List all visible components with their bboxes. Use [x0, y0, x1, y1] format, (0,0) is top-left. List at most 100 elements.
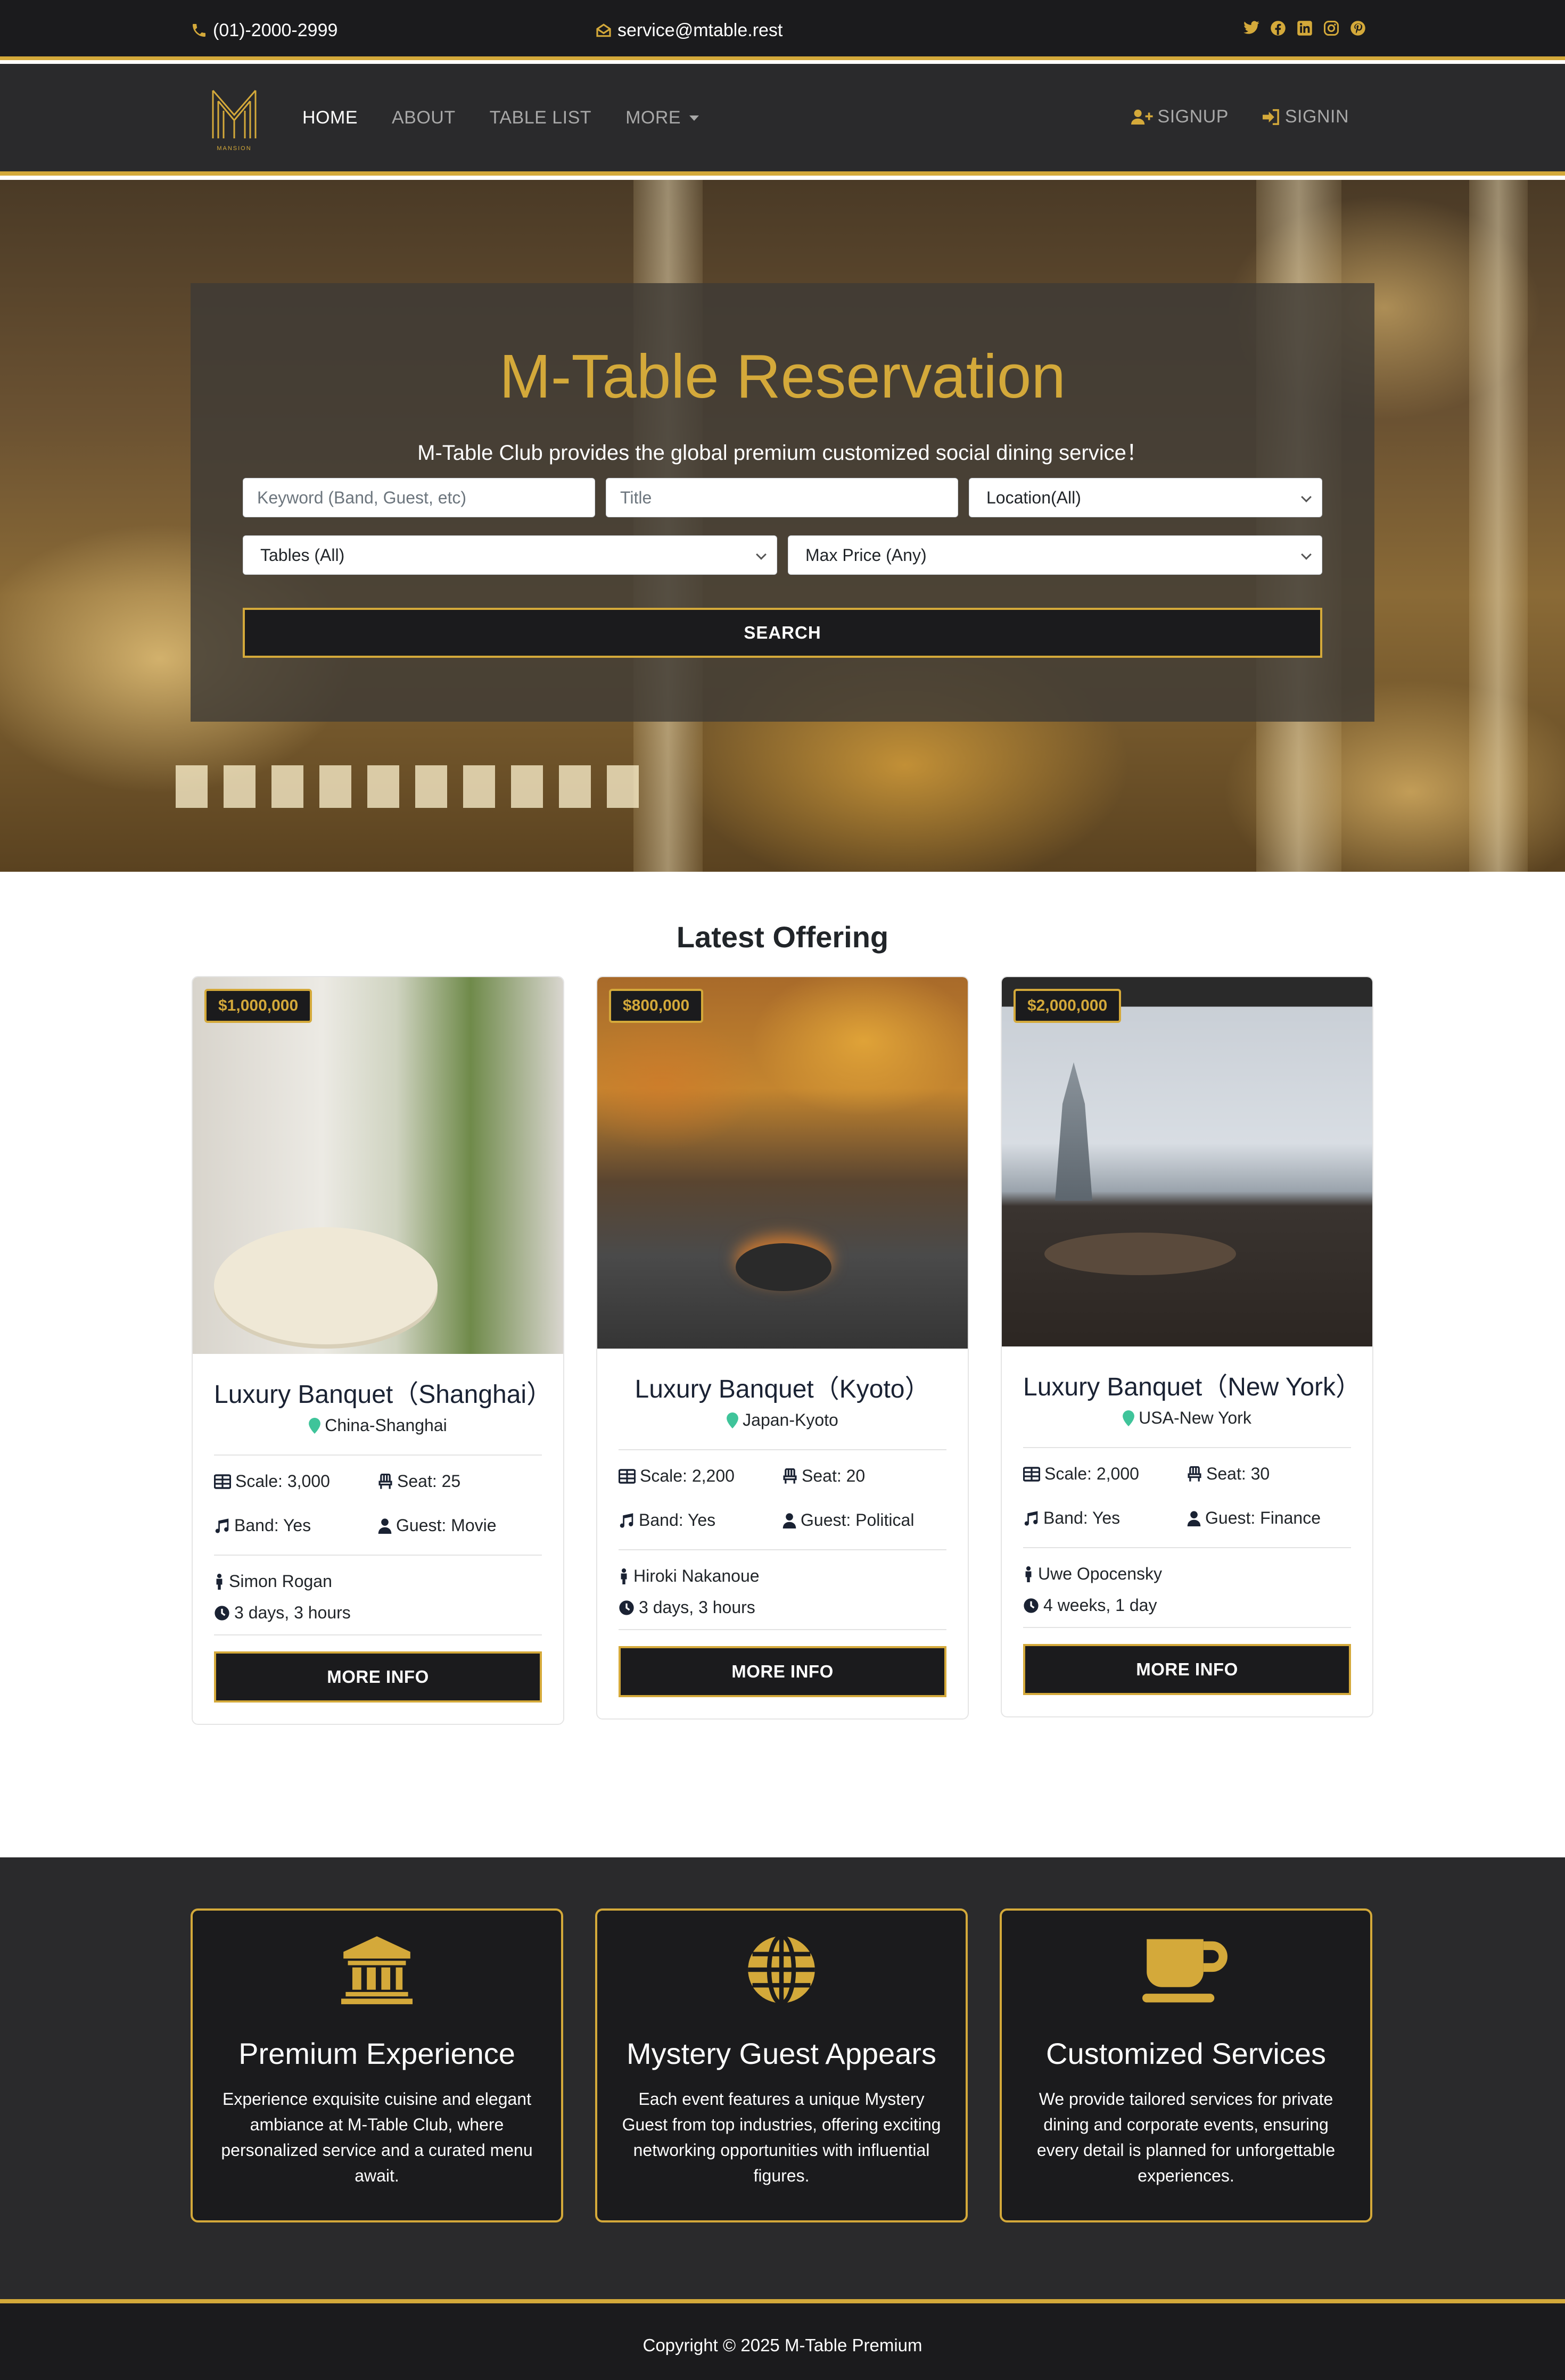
- top-contact-bar: (01)-2000-2999 service@mtable.rest: [0, 0, 1565, 60]
- guest-stat: Guest: Political: [782, 1510, 946, 1530]
- band-text: Band: Yes: [639, 1510, 716, 1530]
- nav-more-dropdown[interactable]: MORE: [625, 108, 699, 128]
- hero-title: M-Table Reservation: [499, 342, 1066, 411]
- feature-card: Customized Services We provide tailored …: [1000, 1908, 1372, 2222]
- signup-link[interactable]: SIGNUP: [1131, 106, 1229, 127]
- hero-candles: [176, 765, 655, 808]
- seat-text: Seat: 25: [397, 1472, 461, 1491]
- duration-line: 4 weeks, 1 day: [1023, 1596, 1351, 1615]
- divider: [214, 1634, 542, 1635]
- caret-down-icon: [689, 115, 699, 121]
- chair-icon: [783, 1468, 797, 1484]
- offering-title[interactable]: Luxury Banquet（New York）: [1023, 1366, 1361, 1403]
- bank-icon: [193, 1934, 561, 2005]
- divider: [619, 1449, 946, 1450]
- search-panel: M-Table Reservation M-Table Club provide…: [191, 283, 1374, 722]
- feature-card: Mystery Guest Appears Each event feature…: [595, 1908, 968, 2222]
- location-text: USA-New York: [1139, 1408, 1251, 1427]
- fire-pit: [736, 1243, 831, 1291]
- email-address: service@mtable.rest: [617, 20, 783, 40]
- offering-card: $2,000,000 Luxury Banquet（New York） USA-…: [1001, 976, 1373, 1717]
- logo-wordmark: MANSION: [217, 145, 251, 152]
- chef-name: Hiroki Nakanoue: [633, 1566, 760, 1585]
- map-pin-icon: [309, 1417, 321, 1434]
- scale-stat: Scale: 3,000: [214, 1472, 378, 1491]
- chef-line: Uwe Opocensky: [1023, 1564, 1351, 1584]
- instagram-icon[interactable]: [1322, 19, 1340, 37]
- table-icon: [1023, 1466, 1040, 1482]
- phone-number: (01)-2000-2999: [213, 20, 338, 40]
- more-info-button[interactable]: MORE INFO: [1023, 1644, 1351, 1695]
- music-icon: [620, 1513, 633, 1528]
- facebook-icon[interactable]: [1269, 19, 1287, 37]
- linkedin-icon[interactable]: [1296, 19, 1314, 37]
- location-select-value: Location(All): [986, 487, 1081, 507]
- offering-title[interactable]: Luxury Banquet（Shanghai）: [214, 1373, 552, 1410]
- duration-text: 3 days, 3 hours: [234, 1603, 351, 1622]
- seat-stat: Seat: 30: [1187, 1464, 1351, 1484]
- table-icon: [214, 1474, 231, 1489]
- search-button[interactable]: SEARCH: [243, 608, 1322, 658]
- guest-stat: Guest: Finance: [1187, 1508, 1351, 1528]
- price-badge: $800,000: [609, 989, 704, 1023]
- price-select[interactable]: Max Price (Any): [788, 535, 1322, 575]
- chair-icon: [1188, 1466, 1201, 1482]
- social-links: [1242, 19, 1367, 37]
- person-icon: [1025, 1566, 1032, 1582]
- divider: [619, 1549, 946, 1550]
- offering-title[interactable]: Luxury Banquet（Kyoto）: [619, 1368, 946, 1405]
- offering-location: Japan-Kyoto: [619, 1410, 946, 1430]
- price-badge: $1,000,000: [204, 989, 312, 1023]
- offering-location: USA-New York: [1023, 1408, 1351, 1428]
- signin-link[interactable]: SIGNIN: [1262, 106, 1349, 127]
- tables-select[interactable]: Tables (All): [243, 535, 777, 575]
- mansion-logo[interactable]: MANSION: [209, 85, 260, 153]
- nav-links: HOME ABOUT TABLE LIST MORE: [302, 108, 699, 128]
- clock-icon: [1024, 1598, 1039, 1613]
- phone-contact[interactable]: (01)-2000-2999: [191, 18, 337, 43]
- duration-line: 3 days, 3 hours: [214, 1603, 542, 1623]
- signup-label: SIGNUP: [1157, 106, 1229, 127]
- offering-image: $2,000,000: [1002, 977, 1372, 1346]
- hero-subtitle: M-Table Club provides the global premium…: [417, 441, 1148, 465]
- seat-text: Seat: 30: [1206, 1464, 1270, 1483]
- nav-table-list[interactable]: TABLE LIST: [490, 108, 591, 128]
- offering-image: $800,000: [597, 977, 968, 1349]
- chevron-down-icon: [1301, 492, 1312, 502]
- chevron-down-icon: [756, 549, 767, 560]
- user-icon: [1187, 1510, 1201, 1526]
- band-text: Band: Yes: [234, 1516, 311, 1535]
- duration-text: 4 weeks, 1 day: [1043, 1596, 1157, 1615]
- title-input[interactable]: Title: [606, 478, 958, 517]
- latest-offering-heading: Latest Offering: [676, 920, 889, 954]
- guest-text: Guest: Finance: [1205, 1508, 1321, 1527]
- guest-stat: Guest: Movie: [378, 1516, 542, 1535]
- copyright-text: Copyright © 2025 M-Table Premium: [643, 2335, 922, 2355]
- map-pin-icon: [1123, 1410, 1135, 1426]
- nav-home[interactable]: HOME: [302, 108, 358, 128]
- seat-stat: Seat: 20: [782, 1466, 946, 1486]
- twitter-icon[interactable]: [1242, 19, 1261, 37]
- location-select[interactable]: Location(All): [969, 478, 1322, 517]
- guest-text: Guest: Movie: [396, 1516, 497, 1535]
- offering-stats: Scale: 2,200 Seat: 20 Band: Yes Guest: P…: [619, 1466, 946, 1530]
- table-icon: [619, 1468, 636, 1484]
- keyword-input[interactable]: Keyword (Band, Guest, etc): [243, 478, 595, 517]
- offering-location: China-Shanghai: [214, 1416, 542, 1435]
- offering-image: $1,000,000: [193, 977, 563, 1354]
- pinterest-icon[interactable]: [1349, 19, 1367, 37]
- mug-icon: [1002, 1934, 1370, 2005]
- divider: [1023, 1447, 1351, 1448]
- more-info-button[interactable]: MORE INFO: [619, 1646, 946, 1697]
- more-info-button[interactable]: MORE INFO: [214, 1651, 542, 1703]
- table-shape: [1044, 1233, 1236, 1275]
- table-shape: [214, 1227, 438, 1344]
- music-icon: [215, 1518, 229, 1533]
- nav-more-label: MORE: [625, 108, 681, 128]
- person-icon: [621, 1568, 627, 1584]
- nav-about[interactable]: ABOUT: [392, 108, 456, 128]
- seat-text: Seat: 20: [802, 1466, 866, 1485]
- email-contact[interactable]: service@mtable.rest: [595, 18, 782, 43]
- features-section: Premium Experience Experience exquisite …: [0, 1857, 1565, 2299]
- feature-text: Each event features a unique Mystery Gue…: [622, 2089, 941, 2185]
